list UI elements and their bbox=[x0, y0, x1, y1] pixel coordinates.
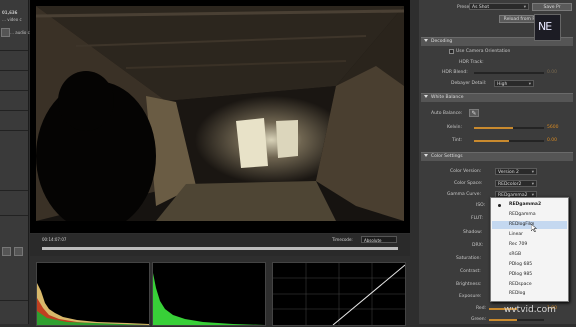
histogram-red bbox=[36, 262, 150, 326]
dropdown-option[interactable]: REDgamma2 bbox=[509, 202, 541, 207]
color-settings-title: Color Settings bbox=[431, 154, 463, 159]
collapse-icon bbox=[424, 154, 428, 157]
dropdown-option[interactable]: PDlog 685 bbox=[509, 262, 532, 267]
video-track-label: … video c bbox=[2, 17, 22, 22]
kelvin-label: Kelvin: bbox=[447, 125, 463, 130]
divider bbox=[0, 110, 28, 111]
hdr-blend-value: 0.00 bbox=[547, 70, 558, 75]
dropdown-option[interactable]: REDgamma bbox=[509, 212, 536, 217]
save-preset-button[interactable]: Save Pr bbox=[532, 3, 572, 11]
timecode-display: 00:14:07:07 bbox=[42, 237, 67, 242]
timecode-label: Timecode: bbox=[332, 237, 353, 242]
saturation-label: Saturation: bbox=[456, 256, 481, 261]
timecode-mode-select[interactable]: Absolute bbox=[361, 236, 397, 243]
histogram-green bbox=[152, 262, 266, 326]
dropdown-option[interactable]: REDlog bbox=[509, 291, 525, 296]
flut-label: FLUT: bbox=[471, 216, 483, 221]
gamma-curve-dropdown-list[interactable]: REDgamma2 REDgamma REDlogFilm Linear Rec… bbox=[490, 197, 569, 302]
kelvin-slider[interactable] bbox=[474, 127, 544, 129]
color-space-select[interactable]: REDcolor2 bbox=[495, 180, 537, 188]
preset-select[interactable]: As Shot bbox=[469, 3, 529, 11]
drx-label: DRX: bbox=[472, 243, 484, 248]
green-label: Green: bbox=[471, 317, 487, 322]
eyedropper-button[interactable]: ✎ bbox=[469, 109, 479, 117]
dropdown-option[interactable]: Linear bbox=[509, 232, 523, 237]
contrast-label: Contrast: bbox=[460, 269, 481, 274]
hdr-track-label: HDR Track: bbox=[459, 60, 484, 65]
video-frame-image bbox=[36, 6, 404, 221]
dropdown-option[interactable]: REDspace bbox=[509, 282, 532, 287]
color-settings-section-header[interactable]: Color Settings bbox=[421, 152, 573, 161]
divider bbox=[0, 190, 28, 191]
white-balance-section-header[interactable]: White Balance bbox=[421, 93, 573, 102]
tint-label: Tint: bbox=[452, 138, 462, 143]
eyedropper-icon: ✎ bbox=[471, 110, 477, 117]
icon-view-icon[interactable] bbox=[14, 247, 23, 256]
color-version-label: Color Version: bbox=[450, 169, 482, 174]
white-balance-title: White Balance bbox=[431, 95, 464, 100]
use-camera-orientation-checkbox[interactable] bbox=[449, 49, 454, 54]
debayer-label: Debayer Detail: bbox=[451, 81, 487, 86]
dropdown-option[interactable]: sRGB bbox=[509, 252, 521, 257]
project-panel: 01,636 … video c … audio c bbox=[0, 0, 30, 324]
hdr-blend-slider[interactable] bbox=[474, 72, 544, 74]
shadow-label: Shadow: bbox=[463, 230, 483, 235]
exposure-label: Exposure: bbox=[459, 294, 482, 299]
watermark-text: wvtvid.com bbox=[504, 305, 556, 315]
histogram-green-graph bbox=[153, 273, 265, 325]
auto-balance-label: Auto Balance: bbox=[431, 111, 463, 116]
dropdown-option[interactable]: PDlog 985 bbox=[509, 272, 532, 277]
list-view-icon[interactable] bbox=[2, 247, 11, 256]
collapse-icon bbox=[424, 39, 428, 42]
divider bbox=[0, 70, 28, 71]
brightness-label: Brightness: bbox=[456, 282, 482, 287]
curves-grid bbox=[273, 263, 406, 326]
logo-text: NE bbox=[538, 20, 552, 33]
collapse-icon bbox=[424, 95, 428, 98]
divider bbox=[0, 215, 28, 216]
divider bbox=[0, 50, 28, 51]
curves-graph[interactable] bbox=[272, 262, 406, 326]
iso-label: ISO: bbox=[476, 203, 486, 208]
histogram-red-graph bbox=[37, 283, 149, 325]
track-toggle-icon[interactable] bbox=[1, 28, 10, 37]
app-logo: NE bbox=[534, 14, 561, 41]
hdr-blend-label: HDR Blend: bbox=[442, 70, 468, 75]
debayer-select[interactable]: High bbox=[494, 80, 534, 88]
red-label: Red: bbox=[476, 306, 487, 311]
kelvin-value[interactable]: 5600 bbox=[547, 125, 558, 130]
color-version-select[interactable]: Version 2 bbox=[495, 168, 537, 176]
video-viewer[interactable] bbox=[30, 0, 410, 233]
selected-dot-icon bbox=[498, 204, 501, 207]
audio-track-label: … audio c bbox=[10, 30, 30, 35]
timeline-scrubber[interactable] bbox=[42, 247, 398, 250]
tint-value[interactable]: 0.00 bbox=[547, 138, 557, 143]
divider bbox=[0, 90, 28, 91]
green-slider[interactable] bbox=[489, 319, 544, 321]
decoding-title: Decoding bbox=[431, 39, 453, 44]
use-camera-orientation-label: Use Camera Orientation bbox=[456, 49, 511, 54]
divider bbox=[0, 130, 28, 131]
divider bbox=[0, 300, 28, 301]
tint-slider[interactable] bbox=[474, 140, 544, 142]
dropdown-option[interactable]: Rec 709 bbox=[509, 242, 527, 247]
clip-count: 01,636 bbox=[2, 10, 18, 15]
color-space-label: Color Space: bbox=[454, 181, 483, 186]
transport-bar: 00:14:07:07 Timecode: Absolute bbox=[30, 234, 410, 256]
mouse-cursor-icon bbox=[531, 224, 537, 232]
gamma-curve-label: Gamma Curve: bbox=[447, 192, 481, 197]
